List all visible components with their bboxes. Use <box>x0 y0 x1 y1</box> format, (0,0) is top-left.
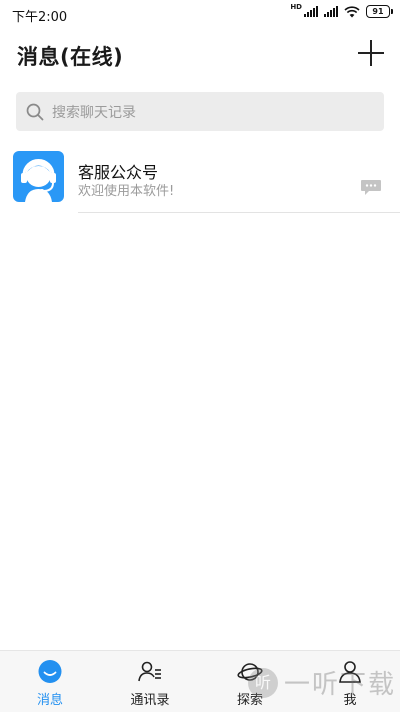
wifi-icon <box>344 5 360 17</box>
tab-label: 通讯录 <box>130 693 170 708</box>
search-placeholder: 搜索聊天记录 <box>52 104 136 121</box>
avatar <box>13 151 64 202</box>
tab-label: 探索 <box>236 693 263 708</box>
search-input[interactable]: 搜索聊天记录 <box>16 92 384 131</box>
tab-label: 消息 <box>36 693 63 708</box>
tab-me[interactable]: 我 <box>300 651 400 712</box>
tab-label: 我 <box>343 693 357 708</box>
signal-icon <box>324 6 338 17</box>
chat-bubble-icon[interactable] <box>360 179 382 196</box>
tab-explore[interactable]: 探索 <box>200 651 300 712</box>
conversation-preview: 欢迎使用本软件! <box>78 184 175 199</box>
tab-contacts[interactable]: 通讯录 <box>100 651 200 712</box>
hd-label: HD <box>290 3 302 11</box>
search-icon <box>26 103 44 120</box>
status-icons: HD 91 <box>290 3 393 18</box>
conversation-item[interactable]: 客服公众号 欢迎使用本软件! <box>0 146 400 214</box>
contacts-icon <box>138 661 161 682</box>
divider <box>78 212 400 213</box>
header: 消息(在线) <box>0 28 400 84</box>
page-title: 消息(在线) <box>17 45 124 69</box>
signal-icon <box>304 6 318 17</box>
status-bar: 下午2:00 HD 91 <box>0 0 400 28</box>
tab-messages[interactable]: 消息 <box>0 651 100 712</box>
bottom-nav: 消息 通讯录 探索 我 <box>0 650 400 712</box>
headset-agent-icon <box>21 159 56 202</box>
battery-icon: 91 <box>366 5 393 18</box>
user-icon <box>339 661 361 683</box>
planet-icon <box>237 663 263 681</box>
message-icon <box>38 660 62 683</box>
status-time: 下午2:00 <box>12 10 68 25</box>
plus-icon[interactable] <box>358 40 384 66</box>
